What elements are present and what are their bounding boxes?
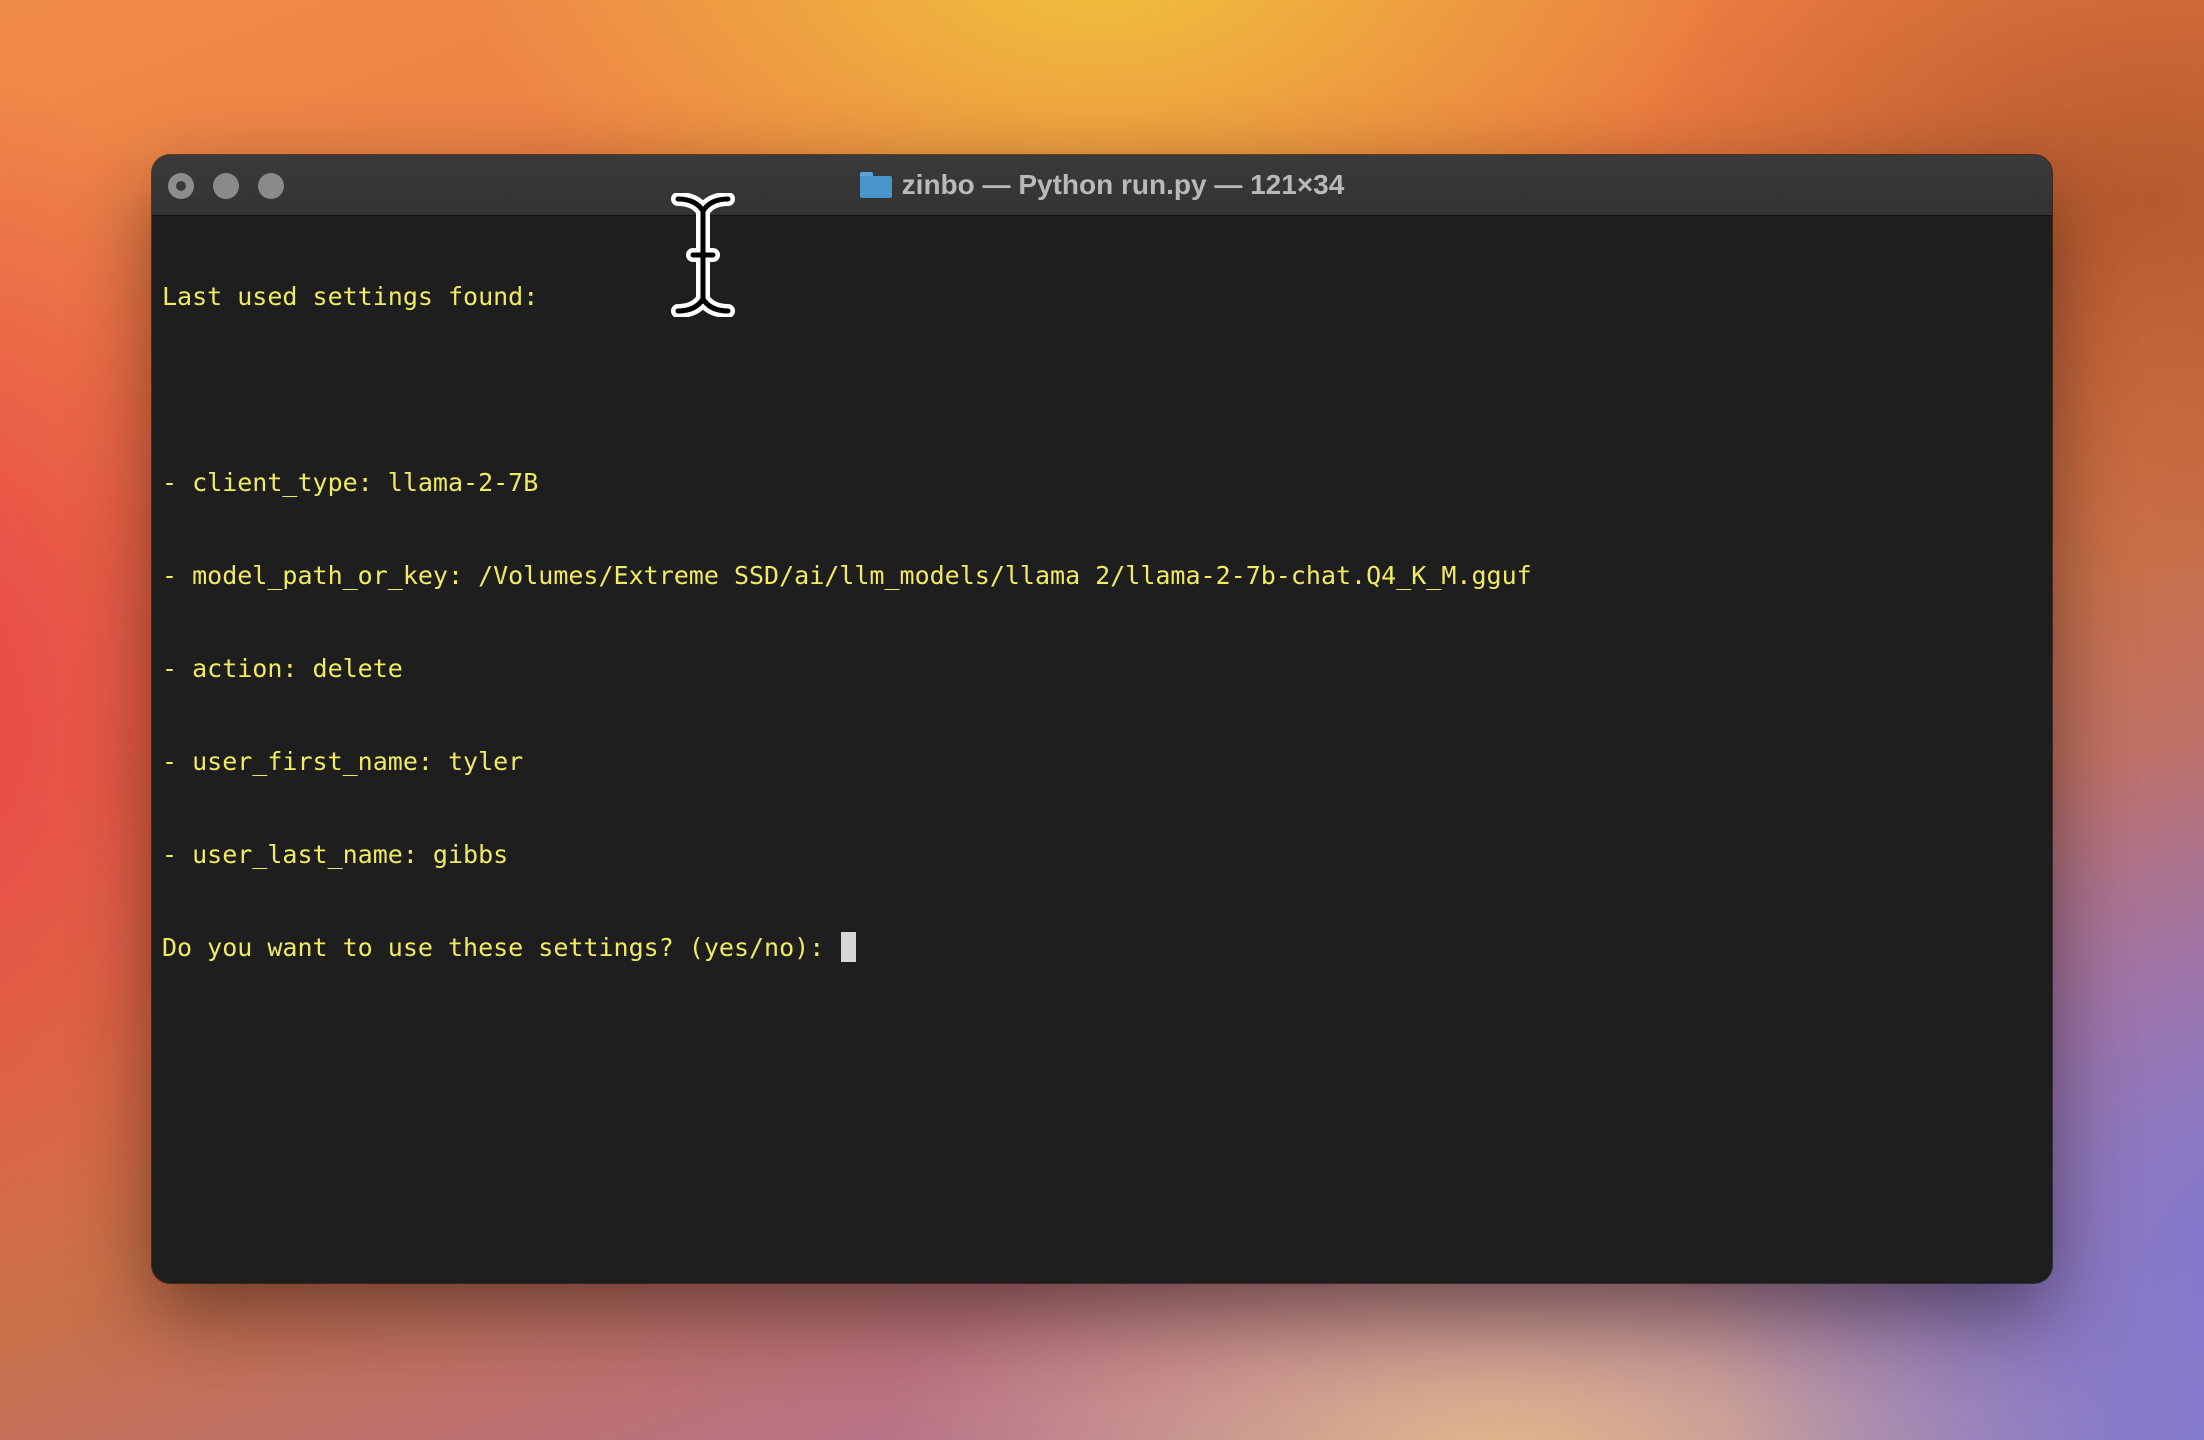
ibeam-cursor-icon [671, 193, 735, 317]
terminal-line: Last used settings found: [162, 282, 539, 311]
terminal-line: - action: delete [162, 654, 403, 683]
window-title-group: zinbo — Python run.py — 121×34 [152, 155, 2052, 215]
window-title: zinbo — Python run.py — 121×34 [901, 169, 1345, 200]
terminal-line: - user_first_name: tyler [162, 747, 524, 776]
terminal-line: - user_last_name: gibbs [162, 840, 509, 869]
terminal-line: - model_path_or_key: /Volumes/Extreme SS… [162, 561, 1532, 590]
title-bar[interactable]: zinbo — Python run.py — 121×34 [152, 155, 2052, 216]
text-cursor [841, 932, 857, 962]
terminal-window[interactable]: zinbo — Python run.py — 121×34 Last used… [152, 155, 2052, 1283]
prompt-text: Do you want to use these settings? (yes/… [162, 933, 840, 962]
folder-icon [859, 172, 892, 198]
terminal-line: - client_type: llama-2-7B [162, 468, 539, 497]
terminal-output[interactable]: Last used settings found: - client_type:… [162, 219, 2042, 1273]
prompt-line[interactable]: Do you want to use these settings? (yes/… [162, 932, 2042, 963]
